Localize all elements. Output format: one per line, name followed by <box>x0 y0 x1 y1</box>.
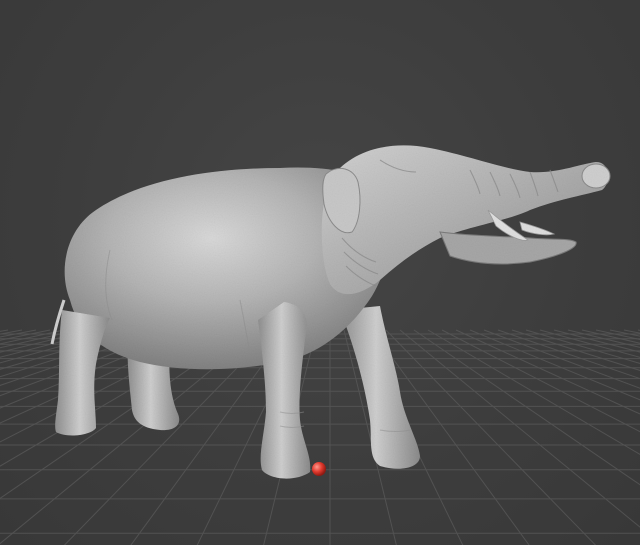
rear-near-leg <box>55 310 110 436</box>
lower-jaw <box>439 231 577 265</box>
grid-line <box>399 329 640 528</box>
viewport-canvas[interactable] <box>0 0 640 545</box>
model-head <box>321 145 609 295</box>
front-near-leg <box>258 302 311 479</box>
grid-line <box>553 329 640 353</box>
grid-line <box>539 329 640 358</box>
grid-line <box>427 329 640 455</box>
grid-line <box>483 329 640 389</box>
pivot-marker-icon[interactable] <box>312 462 326 476</box>
grid-line <box>0 329 37 338</box>
grid-line <box>567 329 640 348</box>
grid-line <box>385 329 597 545</box>
sculpt-model[interactable] <box>50 145 611 479</box>
front-far-leg <box>340 306 420 469</box>
grid-line <box>595 329 640 341</box>
trunk-tip <box>581 163 611 189</box>
tusk-lower <box>519 221 556 236</box>
3d-viewport[interactable] <box>0 0 640 545</box>
